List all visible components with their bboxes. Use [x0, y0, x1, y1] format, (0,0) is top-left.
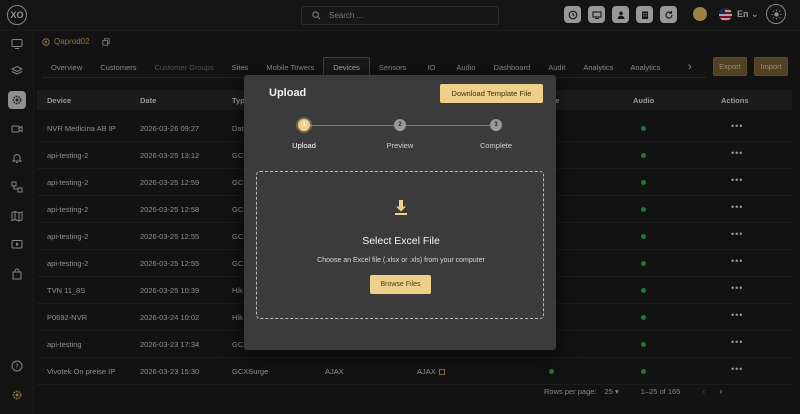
step-2-label: Preview — [386, 141, 414, 150]
dropzone-title: Select Excel File — [362, 235, 440, 247]
upload-modal: Upload Download Template File 1 2 3 Uplo… — [244, 75, 556, 350]
step-2-indicator: 2 — [394, 119, 406, 131]
download-icon — [395, 200, 407, 215]
file-dropzone[interactable]: Select Excel File Choose an Excel file (… — [256, 171, 544, 319]
browse-files-button[interactable]: Browse Files — [370, 275, 431, 294]
app-root: XO Search ... En ⌄ ? Qaprod02 Overview C… — [0, 0, 800, 414]
step-connector — [406, 125, 490, 126]
step-3-label: Complete — [479, 141, 513, 150]
step-1-label: Upload — [292, 141, 316, 150]
modal-title: Upload — [269, 87, 307, 99]
step-connector — [310, 125, 394, 126]
download-template-button[interactable]: Download Template File — [440, 84, 543, 103]
step-3-indicator: 3 — [490, 119, 502, 131]
upload-stepper: 1 2 3 Upload Preview Complete — [244, 119, 556, 159]
dropzone-subtitle: Choose an Excel file (.xlsx or .xls) fro… — [317, 257, 485, 264]
step-1-indicator: 1 — [298, 119, 310, 131]
